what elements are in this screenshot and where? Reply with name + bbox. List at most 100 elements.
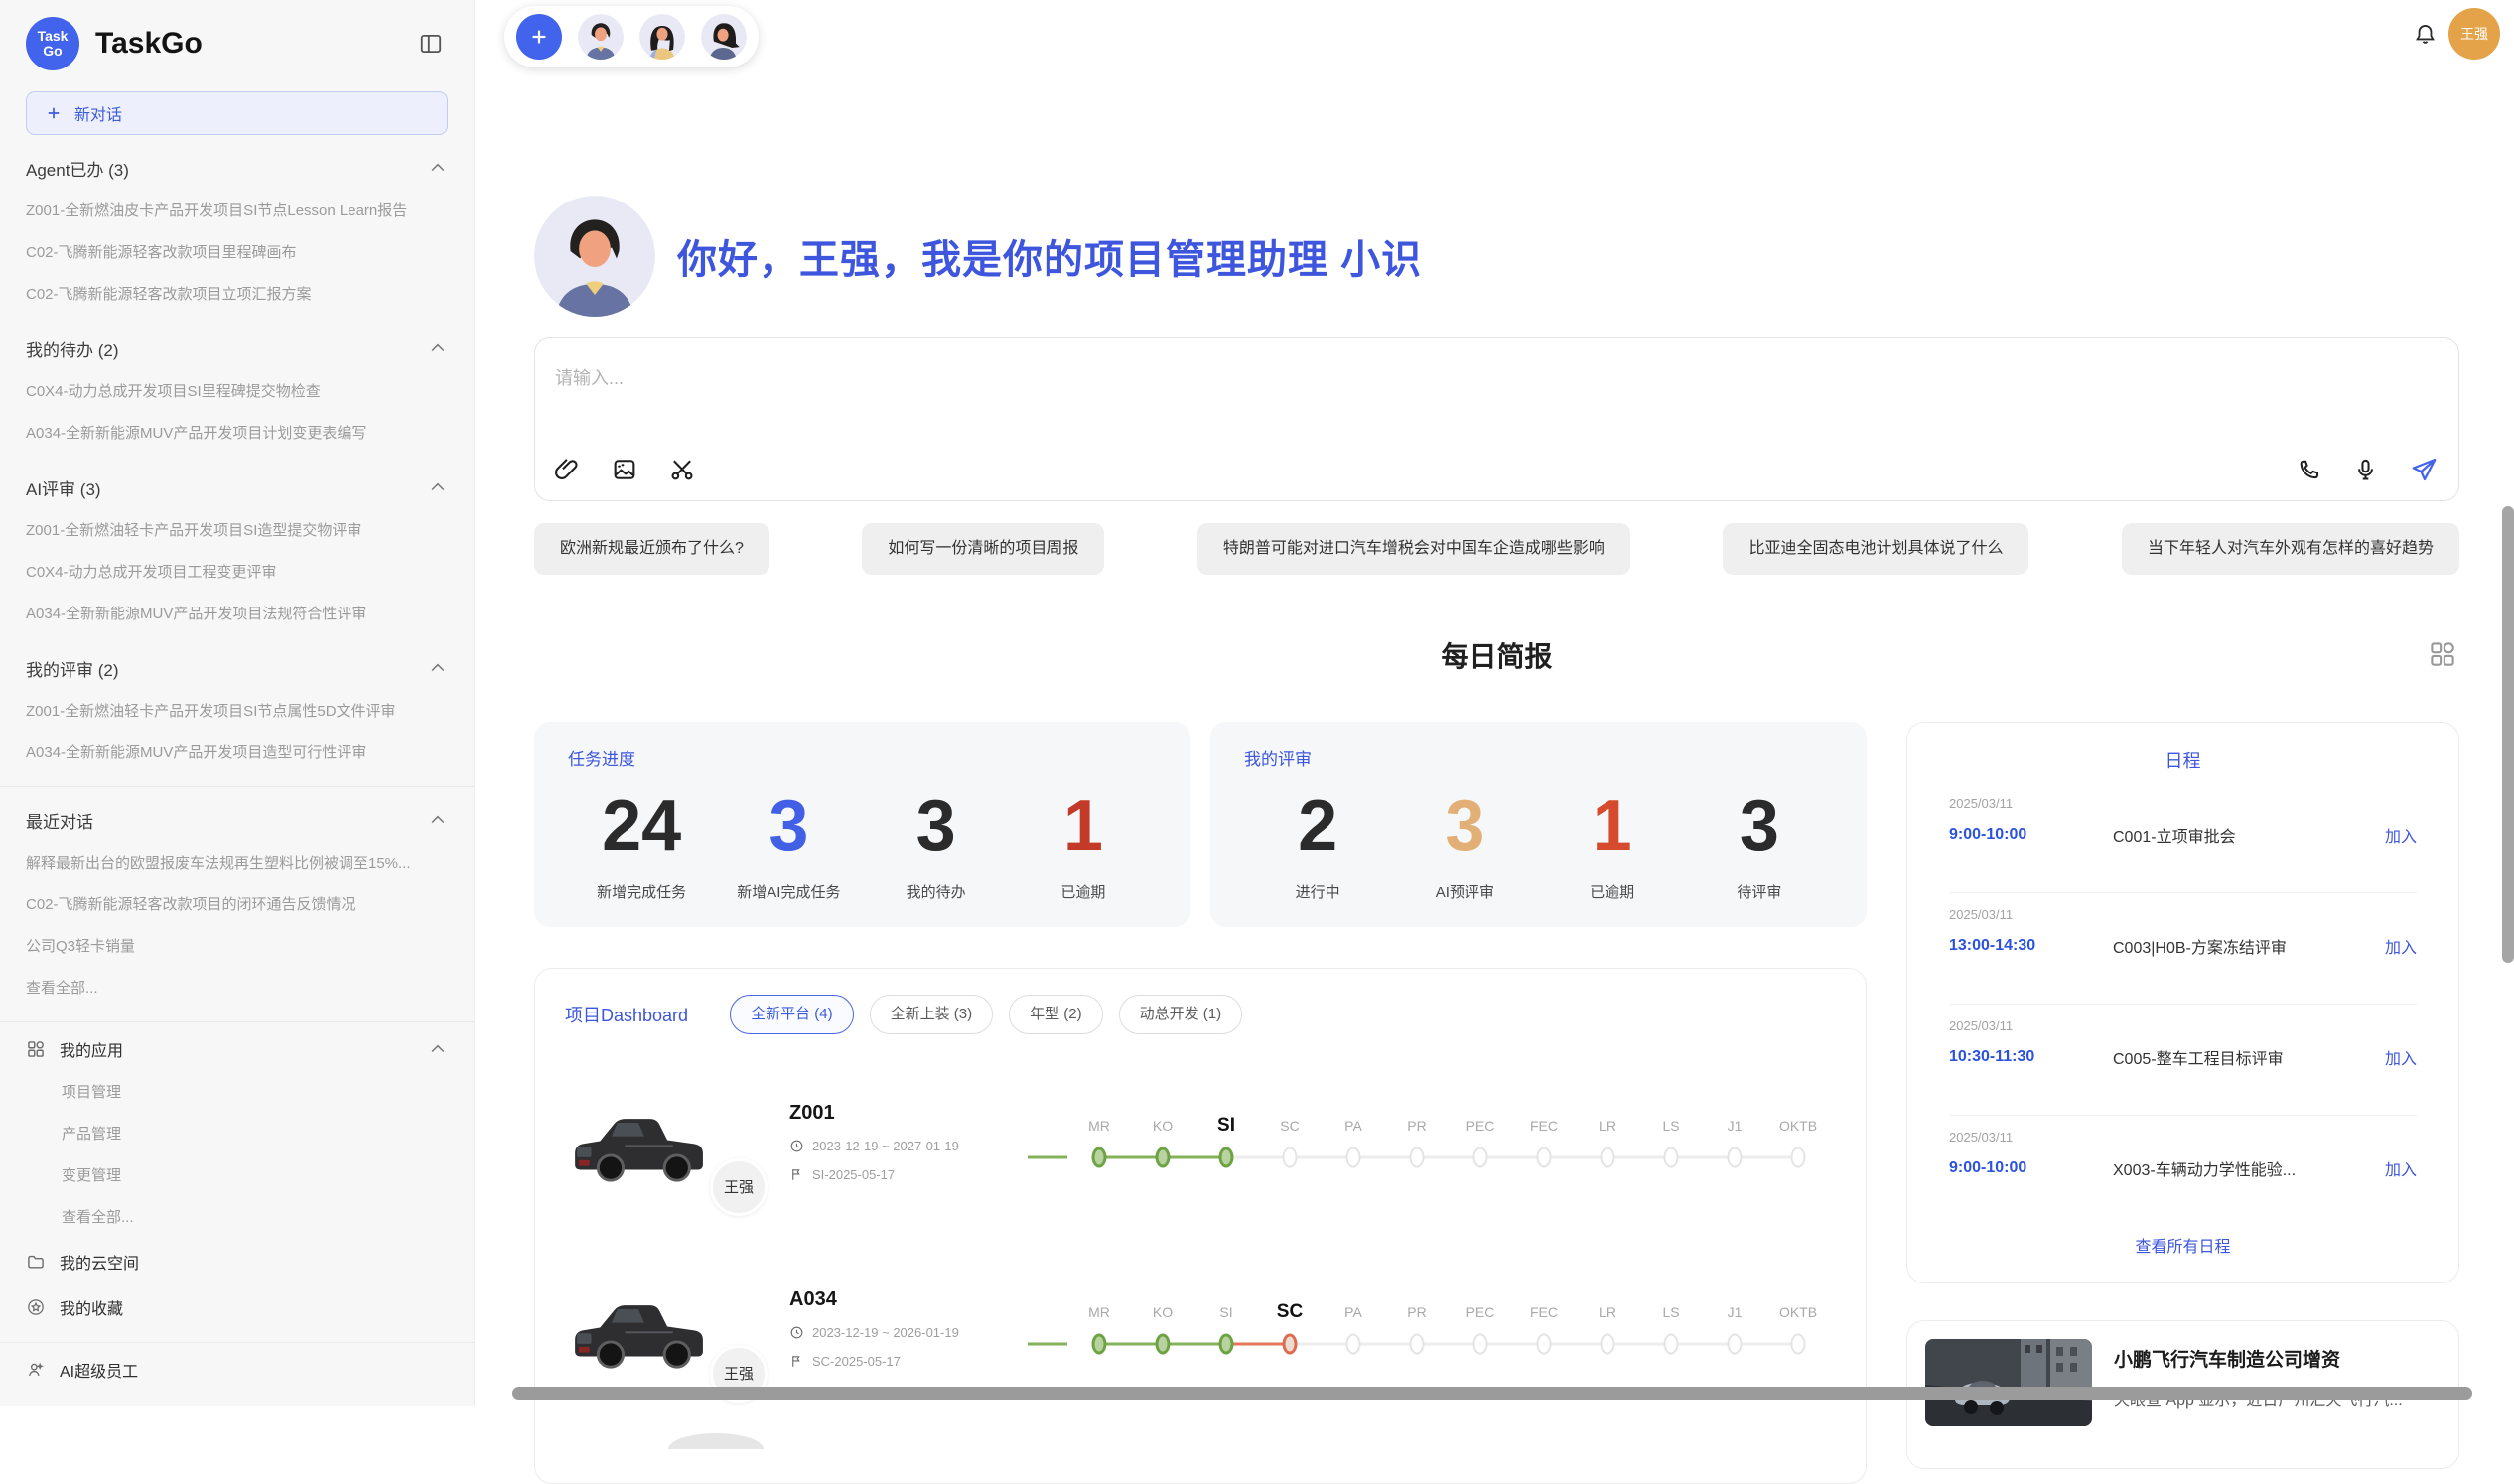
send-icon[interactable] (2409, 455, 2439, 484)
flag-icon (789, 1167, 804, 1182)
avatar[interactable] (639, 14, 685, 60)
milestone-PR: PR (1385, 1296, 1449, 1360)
vertical-scrollbar[interactable] (2502, 506, 2514, 963)
image-icon[interactable] (611, 456, 638, 483)
join-link[interactable]: 加入 (2385, 1045, 2417, 1069)
sidebar-item-write-icon[interactable]: 帮我写作 (26, 1393, 448, 1406)
clock-icon (789, 1139, 804, 1153)
sidebar-subitem[interactable]: 变更管理 (26, 1155, 448, 1197)
sidebar-section-header[interactable]: AI评审 (3) (26, 465, 448, 510)
sidebar-section-header[interactable]: 我的待办 (2) (26, 326, 448, 371)
sidebar-item[interactable]: C0X4-动力总成开发项目SI里程碑提交物检查 (26, 371, 448, 413)
sidebar-item[interactable]: 查看全部... (26, 968, 448, 1010)
sidebar-item-star-icon[interactable]: 我的收藏 (26, 1284, 448, 1330)
suggestion-chip[interactable]: 欧洲新规最近颁布了什么? (534, 523, 769, 575)
milestone-connector (1544, 1156, 1607, 1159)
chevron-up-icon (428, 477, 448, 497)
chat-input[interactable] (535, 338, 2458, 455)
user-avatar[interactable]: 王强 (2448, 8, 2500, 60)
dashboard-tab[interactable]: 动总开发 (1) (1119, 995, 1243, 1034)
horizontal-scrollbar[interactable] (512, 1387, 2472, 1400)
milestone-node (1601, 1334, 1615, 1355)
phone-icon[interactable] (2296, 457, 2322, 483)
project-row[interactable]: 王强 Z001 2023-12-19 ~ 2027-01-19 SI-2025-… (565, 1062, 1836, 1221)
milestone-PA: PA (1322, 1296, 1385, 1360)
project-car-image (565, 1281, 714, 1372)
milestone-node (1601, 1147, 1615, 1168)
sidebar-item[interactable]: C02-飞腾新能源轻客改款项目的闭环通告反馈情况 (26, 884, 448, 926)
sidebar-item-my-apps[interactable]: 我的应用 (26, 1026, 448, 1072)
plus-icon (528, 26, 550, 48)
grid-icon (26, 1039, 46, 1059)
news-image (1925, 1339, 2092, 1426)
suggestion-chip[interactable]: 特朗普可能对进口汽车增税会对中国车企造成哪些影响 (1197, 523, 1630, 575)
sidebar-collapse-icon[interactable] (414, 27, 448, 61)
milestone-node (1664, 1147, 1679, 1168)
sidebar-section-header[interactable]: Agent已办 (3) (26, 145, 448, 191)
suggestion-chip[interactable]: 比亚迪全固态电池计划具体说了什么 (1723, 523, 2028, 575)
sidebar-item[interactable]: A034-全新新能源MUV产品开发项目计划变更表编写 (26, 413, 448, 455)
sidebar-item[interactable]: 解释最新出台的欧盟报废车法规再生塑料比例被调至15%... (26, 843, 448, 884)
event-time: 10:30-11:30 (1949, 1048, 2113, 1066)
join-link[interactable]: 加入 (2385, 934, 2417, 958)
suggestion-chip[interactable]: 如何写一份清晰的项目周报 (862, 523, 1104, 575)
view-all-schedule-link[interactable]: 查看所有日程 (1949, 1233, 2417, 1263)
stat-value: 3 (863, 784, 1010, 868)
sidebar-item[interactable]: A034-全新新能源MUV产品开发项目法规符合性评审 (26, 594, 448, 635)
divider (0, 1021, 474, 1022)
stat-value: 3 (1686, 784, 1833, 868)
dashboard-tab[interactable]: 年型 (2) (1009, 995, 1103, 1034)
milestone-track: MR KO SI SC PA PR PEC FEC LR LS (1067, 1296, 1830, 1360)
milestone-SC: SC (1258, 1110, 1322, 1173)
sidebar-item-folder-icon[interactable]: 我的云空间 (26, 1239, 448, 1284)
project-row[interactable]: 王强 A034 2023-12-19 ~ 2026-01-19 SC-2025-… (565, 1249, 1836, 1408)
sidebar-subitem[interactable]: 产品管理 (26, 1114, 448, 1155)
milestone-J1: J1 (1703, 1110, 1766, 1173)
sidebar-section-header-recent[interactable]: 最近对话 (26, 797, 448, 843)
attachment-icon[interactable] (553, 456, 581, 483)
sidebar-item[interactable]: Z001-全新燃油轻卡产品开发项目SI造型提交物评审 (26, 510, 448, 552)
sidebar-subitem[interactable]: 项目管理 (26, 1072, 448, 1114)
notifications-bell-icon[interactable] (2412, 22, 2439, 54)
avatar[interactable] (578, 14, 624, 60)
dashboard-tab[interactable]: 全新平台 (4) (730, 995, 854, 1034)
sidebar-item[interactable]: C0X4-动力总成开发项目工程变更评审 (26, 552, 448, 594)
event-time: 13:00-14:30 (1949, 937, 2113, 955)
sidebar-item[interactable]: Z001-全新燃油轻卡产品开发项目SI节点属性5D文件评审 (26, 691, 448, 733)
assistant-avatar (534, 196, 655, 317)
milestone-SC: SC (1258, 1296, 1322, 1360)
milestone-connector (1028, 1343, 1067, 1346)
schedule-event: 2025/03/11 13:00-14:30 C003|H0B-方案冻结评审 加… (1949, 893, 2417, 1005)
suggestion-chip[interactable]: 当下年轻人对汽车外观有怎样的喜好趋势 (2122, 523, 2459, 575)
sidebar-item[interactable]: C02-飞腾新能源轻客改款项目里程碑画布 (26, 232, 448, 274)
join-link[interactable]: 加入 (2385, 1156, 2417, 1180)
sidebar-item-people-icon[interactable]: AI超级员工 (26, 1347, 448, 1393)
milestone-node (1537, 1334, 1552, 1355)
milestone-LS: LS (1639, 1296, 1703, 1360)
sidebar-item[interactable]: C02-飞腾新能源轻客改款项目立项汇报方案 (26, 274, 448, 316)
sidebar-section-header[interactable]: 我的评审 (2) (26, 645, 448, 691)
avatar[interactable] (701, 14, 747, 60)
sidebar-item[interactable]: Z001-全新燃油皮卡产品开发项目SI节点Lesson Learn报告 (26, 191, 448, 232)
milestone-connector (1353, 1343, 1417, 1346)
stats-card-title: 我的评审 (1244, 745, 1833, 770)
stat-value: 1 (1539, 784, 1686, 868)
scissors-icon[interactable] (668, 456, 696, 483)
milestone-connector (1163, 1343, 1226, 1346)
sidebar-subitem[interactable]: 查看全部... (26, 1197, 448, 1239)
event-date: 2025/03/11 (1949, 907, 2417, 922)
project-owner-avatar: 王强 (710, 1158, 768, 1216)
milestone-connector (1099, 1343, 1163, 1346)
sidebar-item[interactable]: A034-全新新能源MUV产品开发项目造型可行性评审 (26, 733, 448, 774)
new-chat-button[interactable]: 新对话 (26, 91, 448, 135)
add-contact-button[interactable] (516, 14, 562, 60)
sidebar-item[interactable]: 公司Q3轻卡销量 (26, 926, 448, 968)
join-link[interactable]: 加入 (2385, 823, 2417, 847)
milestone-OKTB: OKTB (1766, 1296, 1830, 1360)
microphone-icon[interactable] (2352, 457, 2379, 483)
milestone-track: MR KO SI SC PA PR PEC FEC LR LS (1067, 1110, 1830, 1173)
milestone-LR: LR (1576, 1296, 1639, 1360)
layout-grid-icon[interactable] (2428, 639, 2457, 674)
dashboard-tab[interactable]: 全新上装 (3) (870, 995, 994, 1034)
sidebar: Task Go TaskGo 新对话 Agent已办 (3)Z001-全新燃油皮… (0, 0, 475, 1406)
